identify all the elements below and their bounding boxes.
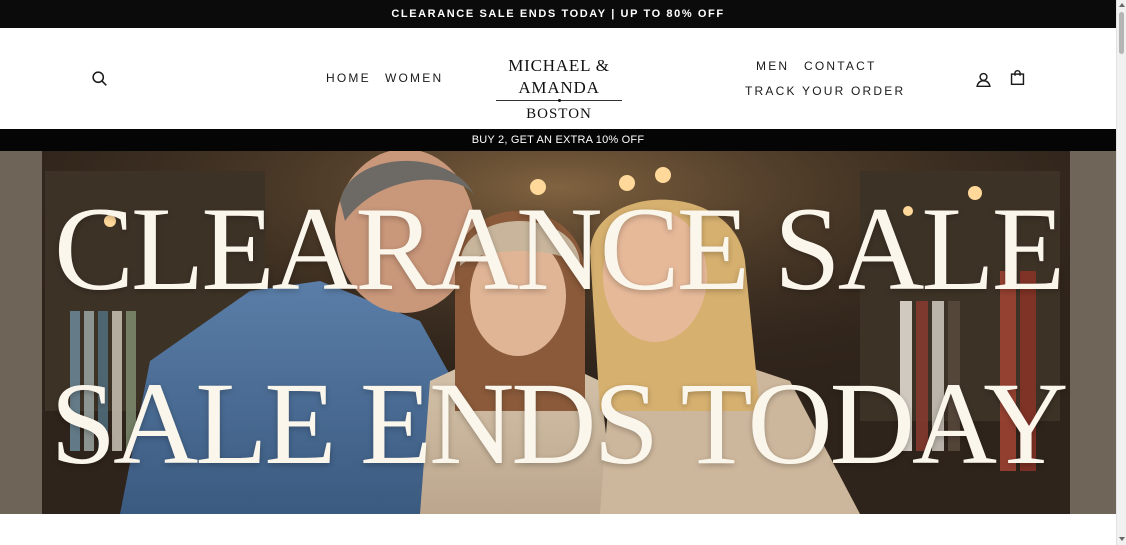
search-icon[interactable] [88,67,110,89]
hero-headline-2: SALE ENDS TODAY [50,358,1069,489]
scroll-up-arrow-icon[interactable] [1118,1,1126,9]
announcement-bar: CLEARANCE SALE ENDS TODAY | UP TO 80% OF… [0,0,1116,28]
nav-contact[interactable]: CONTACT [804,59,877,73]
nav-home[interactable]: HOME [326,71,371,85]
page: CLEARANCE SALE ENDS TODAY | UP TO 80% OF… [0,0,1116,545]
logo-city: BOSTON [526,106,592,122]
site-header: HOME WOMEN MICHAEL & AMANDA BOSTON MEN C… [0,28,1116,129]
logo[interactable]: MICHAEL & AMANDA BOSTON [466,55,652,122]
scroll-down-arrow-icon[interactable] [1118,535,1126,543]
hero-headline-1: CLEARANCE SALE [54,182,1065,315]
user-icon[interactable] [972,68,994,90]
promo-text: BUY 2, GET AN EXTRA 10% OFF [471,134,645,146]
nav-track-order[interactable]: TRACK YOUR ORDER [745,84,905,98]
scrollbar-thumb[interactable] [1119,12,1124,54]
promo-bar: BUY 2, GET AN EXTRA 10% OFF [0,129,1116,151]
content-section [0,514,1116,545]
announcement-text: CLEARANCE SALE ENDS TODAY | UP TO 80% OF… [391,8,725,20]
scrollbar[interactable] [1116,0,1126,545]
nav-women[interactable]: WOMEN [385,71,443,85]
hero-banner[interactable]: CLEARANCE SALE SALE ENDS TODAY [0,151,1116,514]
bag-icon[interactable] [1006,66,1028,88]
nav-men[interactable]: MEN [756,59,789,73]
logo-name: MICHAEL & AMANDA [508,56,610,97]
logo-divider [496,99,622,105]
